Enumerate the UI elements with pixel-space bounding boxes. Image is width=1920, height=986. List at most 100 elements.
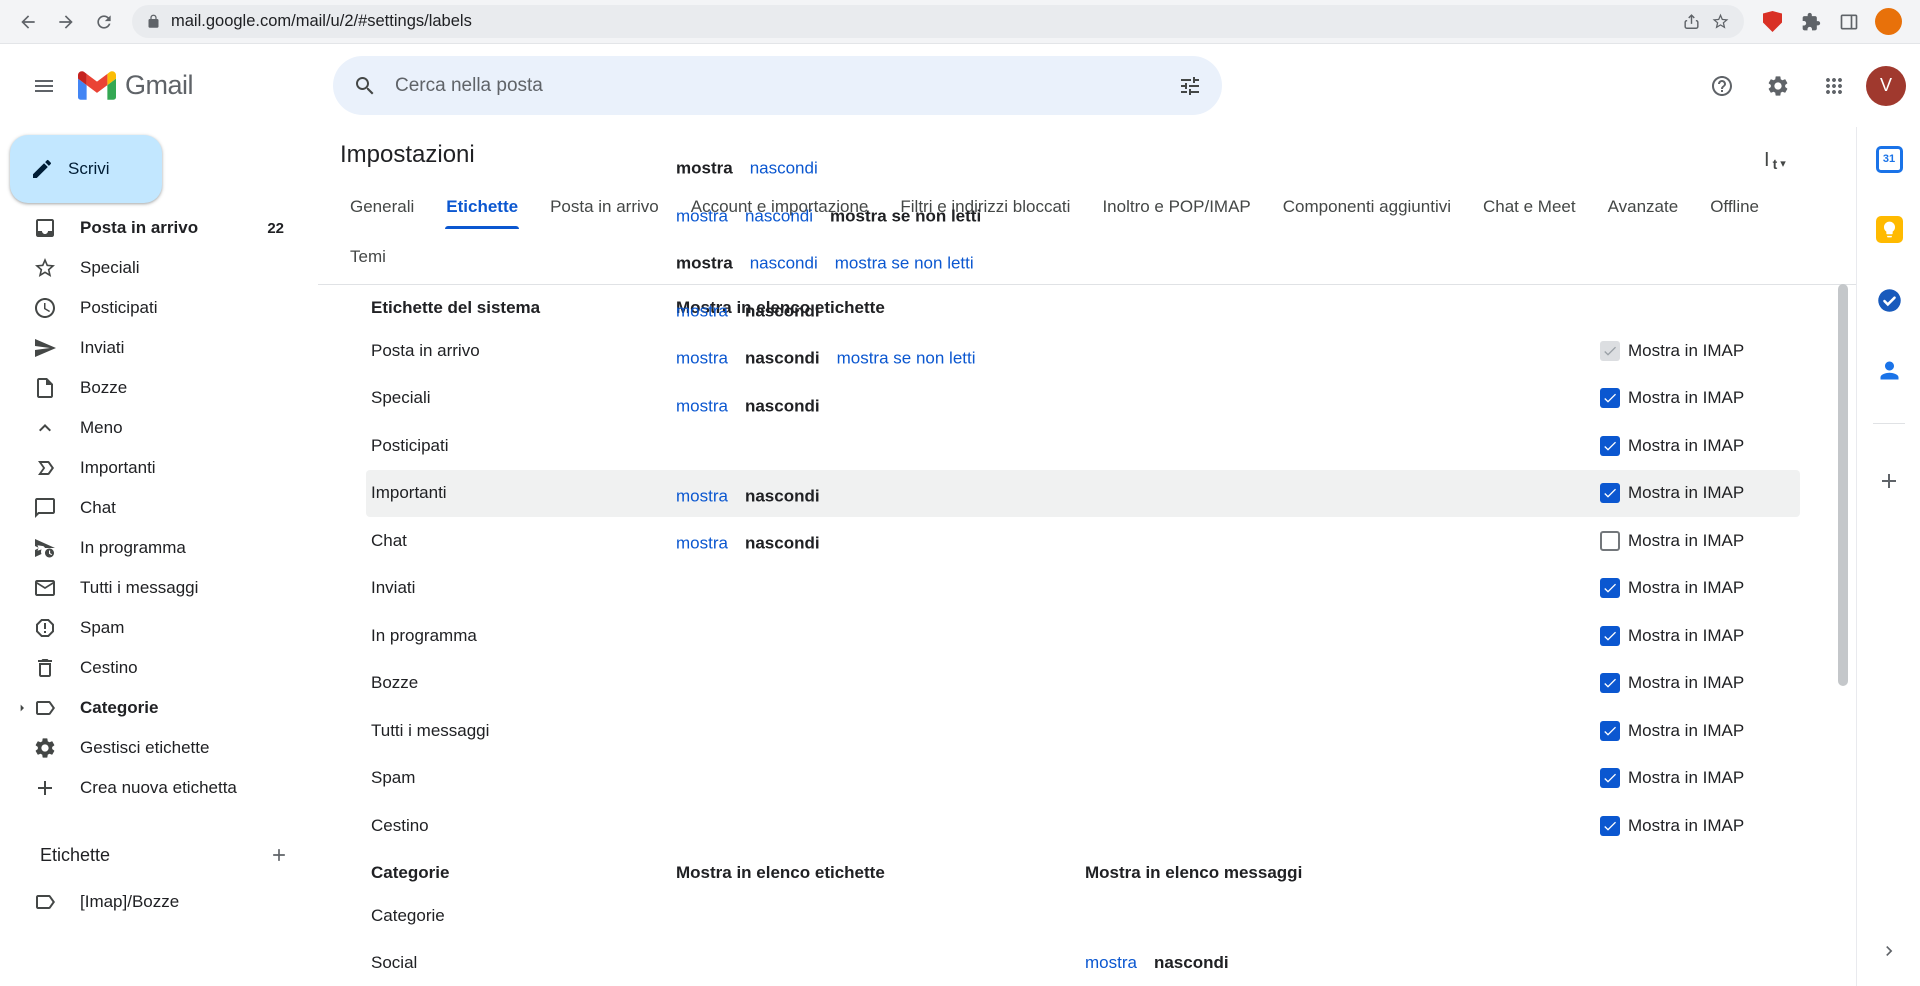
- all-mail-icon: [33, 576, 57, 600]
- tab-temi[interactable]: Temi: [349, 239, 387, 279]
- sidebar-item-importanti[interactable]: Importanti: [0, 448, 318, 488]
- label-item-imap-bozze[interactable]: [Imap]/Bozze: [0, 882, 318, 922]
- tasks-button[interactable]: [1869, 280, 1909, 320]
- search-button[interactable]: [341, 62, 389, 110]
- sidebar-item-inviati[interactable]: Inviati: [0, 328, 318, 368]
- sidebar-item-meno[interactable]: Meno: [0, 408, 318, 448]
- share-icon[interactable]: [1682, 12, 1701, 31]
- apps-button[interactable]: [1810, 62, 1858, 110]
- sidebar-item-posta-in-arrivo[interactable]: Posta in arrivo22: [0, 208, 318, 248]
- tab-posta-in-arrivo[interactable]: Posta in arrivo: [549, 189, 660, 229]
- bulb-icon: [1880, 220, 1899, 239]
- gmail-logo[interactable]: Gmail: [78, 70, 193, 101]
- sidebar-item-gestisci-etichette[interactable]: Gestisci etichette: [0, 728, 318, 768]
- contacts-icon: [1876, 357, 1903, 384]
- plus-icon: [1877, 469, 1901, 493]
- expand-arrow-icon[interactable]: [14, 700, 30, 716]
- address-bar[interactable]: mail.google.com/mail/u/2/#settings/label…: [132, 5, 1744, 38]
- browser-forward-button[interactable]: [48, 4, 84, 40]
- label-name: Chat: [371, 531, 407, 551]
- help-icon: [1710, 74, 1734, 98]
- sidebar-item-posticipati[interactable]: Posticipati: [0, 288, 318, 328]
- account-avatar[interactable]: V: [1866, 66, 1906, 106]
- browser-profile-avatar[interactable]: [1875, 8, 1902, 35]
- sidebar-item-crea-nuova-etichetta[interactable]: Crea nuova etichetta: [0, 768, 318, 808]
- compose-label: Scrivi: [68, 159, 110, 179]
- browser-reload-button[interactable]: [86, 4, 122, 40]
- calendar-button[interactable]: 31: [1869, 139, 1909, 179]
- browser-chrome: mail.google.com/mail/u/2/#settings/label…: [0, 0, 1920, 44]
- label-name: Cestino: [371, 816, 429, 836]
- trash-icon: [33, 656, 57, 680]
- pencil-icon: [30, 157, 54, 181]
- sidebar-item-label: Tutti i messaggi: [80, 578, 198, 598]
- header-right: V: [1698, 44, 1906, 127]
- puzzle-icon: [1801, 12, 1821, 32]
- bookmark-star-icon[interactable]: [1711, 12, 1730, 31]
- sidebar-item-categorie[interactable]: Categorie: [0, 688, 318, 728]
- extensions-button[interactable]: [1793, 4, 1829, 40]
- labels-list: [Imap]/Bozze: [0, 882, 318, 922]
- sidebar-item-label: In programma: [80, 538, 186, 558]
- get-addons-button[interactable]: [1869, 461, 1909, 501]
- tab-etichette[interactable]: Etichette: [445, 189, 519, 229]
- calendar-icon: 31: [1876, 146, 1903, 173]
- clock-icon: [33, 296, 57, 320]
- side-panel-button[interactable]: [1831, 4, 1867, 40]
- label-name: Inviati: [371, 578, 415, 598]
- label-name: In programma: [371, 626, 477, 646]
- search-input[interactable]: [389, 75, 1166, 97]
- labels-section-header: Etichette: [0, 835, 318, 875]
- label-icon: [33, 696, 57, 720]
- draft-icon: [33, 376, 57, 400]
- adblock-extension-icon[interactable]: [1763, 11, 1782, 32]
- settings-main: Impostazioni It▾ GeneraliEtichettePosta …: [318, 127, 1856, 986]
- main-menu-button[interactable]: [20, 62, 68, 110]
- compose-button[interactable]: Scrivi: [10, 135, 162, 203]
- label-name: Posta in arrivo: [371, 341, 480, 361]
- keep-icon: [1876, 216, 1903, 243]
- option-mostra[interactable]: mostra: [1085, 953, 1137, 973]
- sidebar: Scrivi Posta in arrivo22SpecialiPosticip…: [0, 127, 318, 986]
- option-mostra[interactable]: mostra: [676, 534, 728, 986]
- show-side-panel-button[interactable]: [1869, 931, 1909, 971]
- forward-icon: [56, 12, 76, 32]
- label-important-icon: [33, 456, 57, 480]
- option-nascondi: nascondi: [1154, 953, 1229, 973]
- sidebar-item-cestino[interactable]: Cestino: [0, 648, 318, 688]
- option-nascondi: nascondi: [745, 534, 820, 986]
- help-button[interactable]: [1698, 62, 1746, 110]
- url-text: mail.google.com/mail/u/2/#settings/label…: [171, 12, 1672, 31]
- gear-icon: [33, 736, 57, 760]
- reload-icon: [94, 12, 114, 32]
- label-name: Posticipati: [371, 436, 448, 456]
- sidebar-item-spam[interactable]: Spam: [0, 608, 318, 648]
- sidebar-item-tutti-i-messaggi[interactable]: Tutti i messaggi: [0, 568, 318, 608]
- label-name: Social: [371, 953, 417, 973]
- send-icon: [33, 336, 57, 360]
- sidebar-item-label: Bozze: [80, 378, 127, 398]
- settings-button[interactable]: [1754, 62, 1802, 110]
- sidebar-item-label: Importanti: [80, 458, 156, 478]
- rail-divider: [1873, 423, 1905, 424]
- schedule-icon: [33, 536, 57, 560]
- categories-header: Categorie: [371, 863, 449, 883]
- chevron-right-icon: [1879, 941, 1899, 961]
- label-name: Tutti i messaggi: [371, 721, 489, 741]
- gmail-m-icon: [78, 71, 116, 100]
- sidebar-item-chat[interactable]: Chat: [0, 488, 318, 528]
- unread-count: 22: [267, 220, 284, 237]
- main-scrollbar[interactable]: [1838, 284, 1848, 686]
- sidebar-item-bozze[interactable]: Bozze: [0, 368, 318, 408]
- create-label-button[interactable]: [266, 842, 292, 868]
- label-name: Speciali: [371, 388, 431, 408]
- sidebar-item-speciali[interactable]: Speciali: [0, 248, 318, 288]
- keep-button[interactable]: [1869, 209, 1909, 249]
- browser-back-button[interactable]: [10, 4, 46, 40]
- search-options-button[interactable]: [1166, 62, 1214, 110]
- sidebar-item-label: Meno: [80, 418, 123, 438]
- apps-grid-icon: [1822, 74, 1846, 98]
- tab-generali[interactable]: Generali: [349, 189, 415, 229]
- contacts-button[interactable]: [1869, 350, 1909, 390]
- sidebar-item-in-programma[interactable]: In programma: [0, 528, 318, 568]
